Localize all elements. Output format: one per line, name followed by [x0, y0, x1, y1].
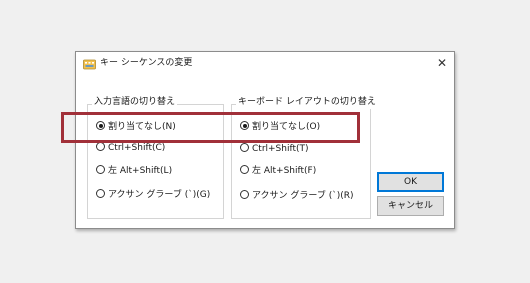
highlight-box: [61, 112, 360, 143]
radio-unselected-icon: [240, 143, 249, 152]
keyboard-layout-group-legend: キーボード レイアウトの切り替え: [236, 96, 378, 109]
radio-unselected-icon: [96, 189, 105, 198]
radio-layout-left-alt-shift[interactable]: 左 Alt+Shift(F): [240, 165, 316, 177]
ok-button[interactable]: OK: [377, 172, 444, 192]
radio-label: アクサン グラーブ (`)(R): [252, 191, 354, 201]
dialog-title: キー シーケンスの変更: [100, 58, 193, 68]
radio-input-left-alt-shift[interactable]: 左 Alt+Shift(L): [96, 165, 172, 177]
radio-unselected-icon: [240, 190, 249, 199]
input-language-group-legend: 入力言語の切り替え: [92, 96, 178, 109]
radio-layout-ctrl-shift[interactable]: Ctrl+Shift(T): [240, 143, 309, 155]
keyboard-app-icon: [83, 59, 96, 70]
radio-input-grave-accent[interactable]: アクサン グラーブ (`)(G): [96, 189, 210, 201]
radio-unselected-icon: [96, 165, 105, 174]
close-icon[interactable]: ✕: [433, 54, 451, 72]
radio-input-ctrl-shift[interactable]: Ctrl+Shift(C): [96, 142, 165, 154]
radio-label: Ctrl+Shift(C): [108, 143, 166, 153]
radio-label: 左 Alt+Shift(F): [252, 166, 317, 176]
radio-label: Ctrl+Shift(T): [252, 144, 309, 154]
radio-unselected-icon: [96, 142, 105, 151]
radio-unselected-icon: [240, 165, 249, 174]
radio-layout-grave-accent[interactable]: アクサン グラーブ (`)(R): [240, 190, 354, 202]
radio-label: アクサン グラーブ (`)(G): [108, 190, 211, 200]
cancel-button[interactable]: キャンセル: [377, 196, 444, 216]
radio-label: 左 Alt+Shift(L): [108, 166, 173, 176]
